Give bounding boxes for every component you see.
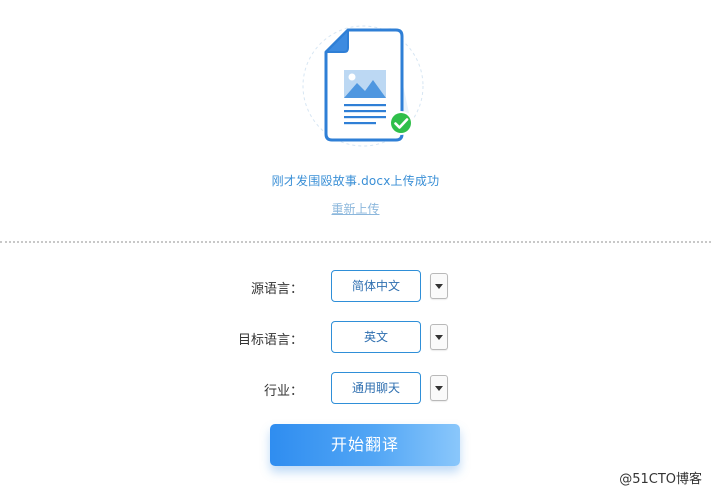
source-language-label: 源语言：	[250, 282, 303, 297]
target-language-select[interactable]: 英文	[331, 321, 421, 353]
start-translation-button[interactable]: 开始翻译	[270, 424, 460, 466]
source-language-dropdown-button[interactable]	[430, 273, 448, 299]
image-icon	[344, 70, 386, 98]
chevron-down-icon	[435, 284, 443, 289]
source-language-row: 源语言： 简体中文	[0, 270, 711, 302]
target-language-label: 目标语言：	[237, 333, 303, 348]
watermark: @51CTO博客	[619, 472, 702, 487]
industry-select[interactable]: 通用聊天	[331, 372, 421, 404]
document-icon	[302, 25, 424, 147]
target-language-row: 目标语言： 英文	[0, 321, 711, 353]
chevron-down-icon	[435, 335, 443, 340]
uploaded-document-illustration	[300, 20, 430, 150]
section-divider	[0, 241, 711, 243]
industry-dropdown-button[interactable]	[430, 375, 448, 401]
reupload-link-wrapper: 重新上传	[0, 200, 711, 217]
upload-success-message: 刚才发围殴故事.docx上传成功	[271, 174, 440, 188]
industry-row: 行业： 通用聊天	[0, 372, 711, 404]
check-circle-icon	[389, 111, 413, 135]
industry-label: 行业：	[263, 384, 303, 399]
source-language-select[interactable]: 简体中文	[331, 270, 421, 302]
reupload-link[interactable]: 重新上传	[331, 202, 379, 216]
chevron-down-icon	[435, 386, 443, 391]
target-language-dropdown-button[interactable]	[430, 324, 448, 350]
